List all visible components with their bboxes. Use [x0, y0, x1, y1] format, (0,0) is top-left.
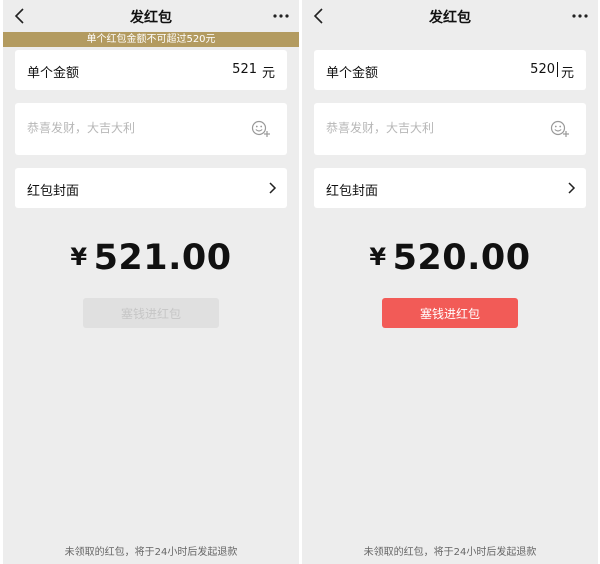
comparison-screenshot: 发红包 单个红包金额不可超过520元 单个金额 521 元 恭喜发财，大吉大利 …	[0, 0, 600, 564]
total-amount: ¥521.00	[3, 238, 299, 278]
total-amount: ¥520.00	[302, 238, 598, 278]
amount-unit: 元	[560, 66, 574, 81]
cover-row[interactable]: 红包封面	[15, 168, 287, 208]
chevron-right-icon	[269, 182, 277, 194]
more-dots-icon[interactable]	[271, 6, 291, 26]
greeting-input[interactable]	[27, 121, 237, 135]
amount-label: 单个金额	[326, 66, 379, 81]
chevron-right-icon	[568, 182, 576, 194]
nav-bar: 发红包	[302, 0, 598, 32]
currency-symbol: ¥	[369, 243, 387, 271]
emoji-add-icon[interactable]	[550, 120, 570, 138]
send-money-button[interactable]: 塞钱进红包	[382, 298, 518, 328]
refund-notice: 未领取的红包，将于24小时后发起退款	[363, 547, 537, 558]
page-title: 发红包	[429, 10, 471, 26]
text-cursor	[557, 62, 558, 77]
cover-row[interactable]: 红包封面	[314, 168, 586, 208]
cover-label: 红包封面	[326, 184, 379, 199]
more-dots-icon[interactable]	[570, 6, 590, 26]
amount-row[interactable]: 单个金额 520 元	[314, 50, 586, 90]
greeting-row[interactable]	[15, 103, 287, 155]
nav-bar: 发红包	[3, 0, 299, 32]
phone-screen-left: 发红包 单个红包金额不可超过520元 单个金额 521 元 恭喜发财，大吉大利 …	[3, 0, 299, 564]
emoji-add-icon[interactable]	[251, 120, 271, 138]
total-value: 520.00	[392, 238, 531, 278]
cover-label: 红包封面	[27, 184, 80, 199]
amount-row[interactable]: 单个金额 521 元	[15, 50, 287, 90]
amount-label: 单个金额	[27, 66, 80, 81]
page-title: 发红包	[130, 10, 172, 26]
amount-limit-warning: 单个红包金额不可超过520元	[3, 32, 299, 47]
amount-input[interactable]: 520	[530, 62, 555, 77]
phone-screen-right: 发红包 单个金额 520 元 红包封面	[302, 0, 598, 564]
amount-input[interactable]: 521	[232, 62, 257, 77]
total-value: 521.00	[93, 238, 232, 278]
send-money-button[interactable]: 塞钱进红包	[83, 298, 219, 328]
greeting-input[interactable]	[326, 121, 536, 135]
greeting-row[interactable]	[314, 103, 586, 155]
amount-unit: 元	[261, 66, 275, 81]
refund-notice: 未领取的红包，将于24小时后发起退款	[64, 547, 238, 558]
currency-symbol: ¥	[70, 243, 88, 271]
